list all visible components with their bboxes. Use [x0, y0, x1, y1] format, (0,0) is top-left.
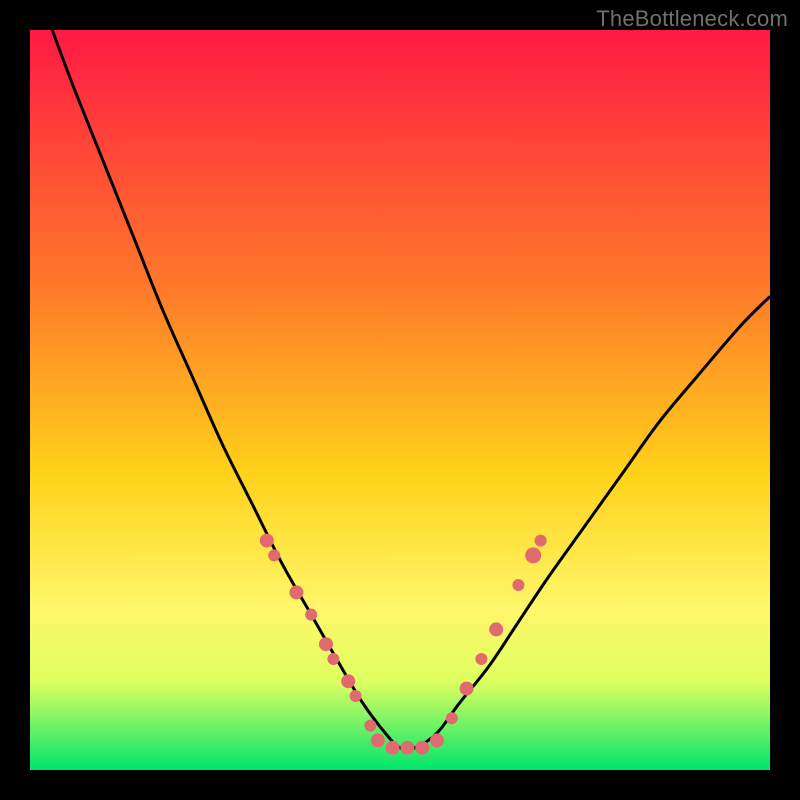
curve-marker — [350, 690, 362, 702]
bottleneck-chart — [0, 0, 800, 800]
curve-marker — [430, 733, 444, 747]
curve-marker — [475, 653, 487, 665]
curve-marker — [535, 535, 547, 547]
curve-marker — [371, 733, 385, 747]
curve-marker — [260, 534, 274, 548]
curve-marker — [512, 579, 524, 591]
curve-marker — [400, 741, 414, 755]
curve-marker — [415, 741, 429, 755]
chart-frame: TheBottleneck.com — [0, 0, 800, 800]
curve-marker — [319, 637, 333, 651]
curve-marker — [460, 682, 474, 696]
watermark-text: TheBottleneck.com — [596, 6, 788, 32]
curve-marker — [268, 549, 280, 561]
curve-marker — [446, 712, 458, 724]
plot-background — [30, 30, 770, 770]
curve-marker — [327, 653, 339, 665]
curve-marker — [305, 609, 317, 621]
curve-marker — [489, 622, 503, 636]
curve-marker — [289, 585, 303, 599]
curve-marker — [341, 674, 355, 688]
curve-marker — [386, 741, 400, 755]
curve-marker — [525, 547, 541, 563]
curve-marker — [364, 720, 376, 732]
